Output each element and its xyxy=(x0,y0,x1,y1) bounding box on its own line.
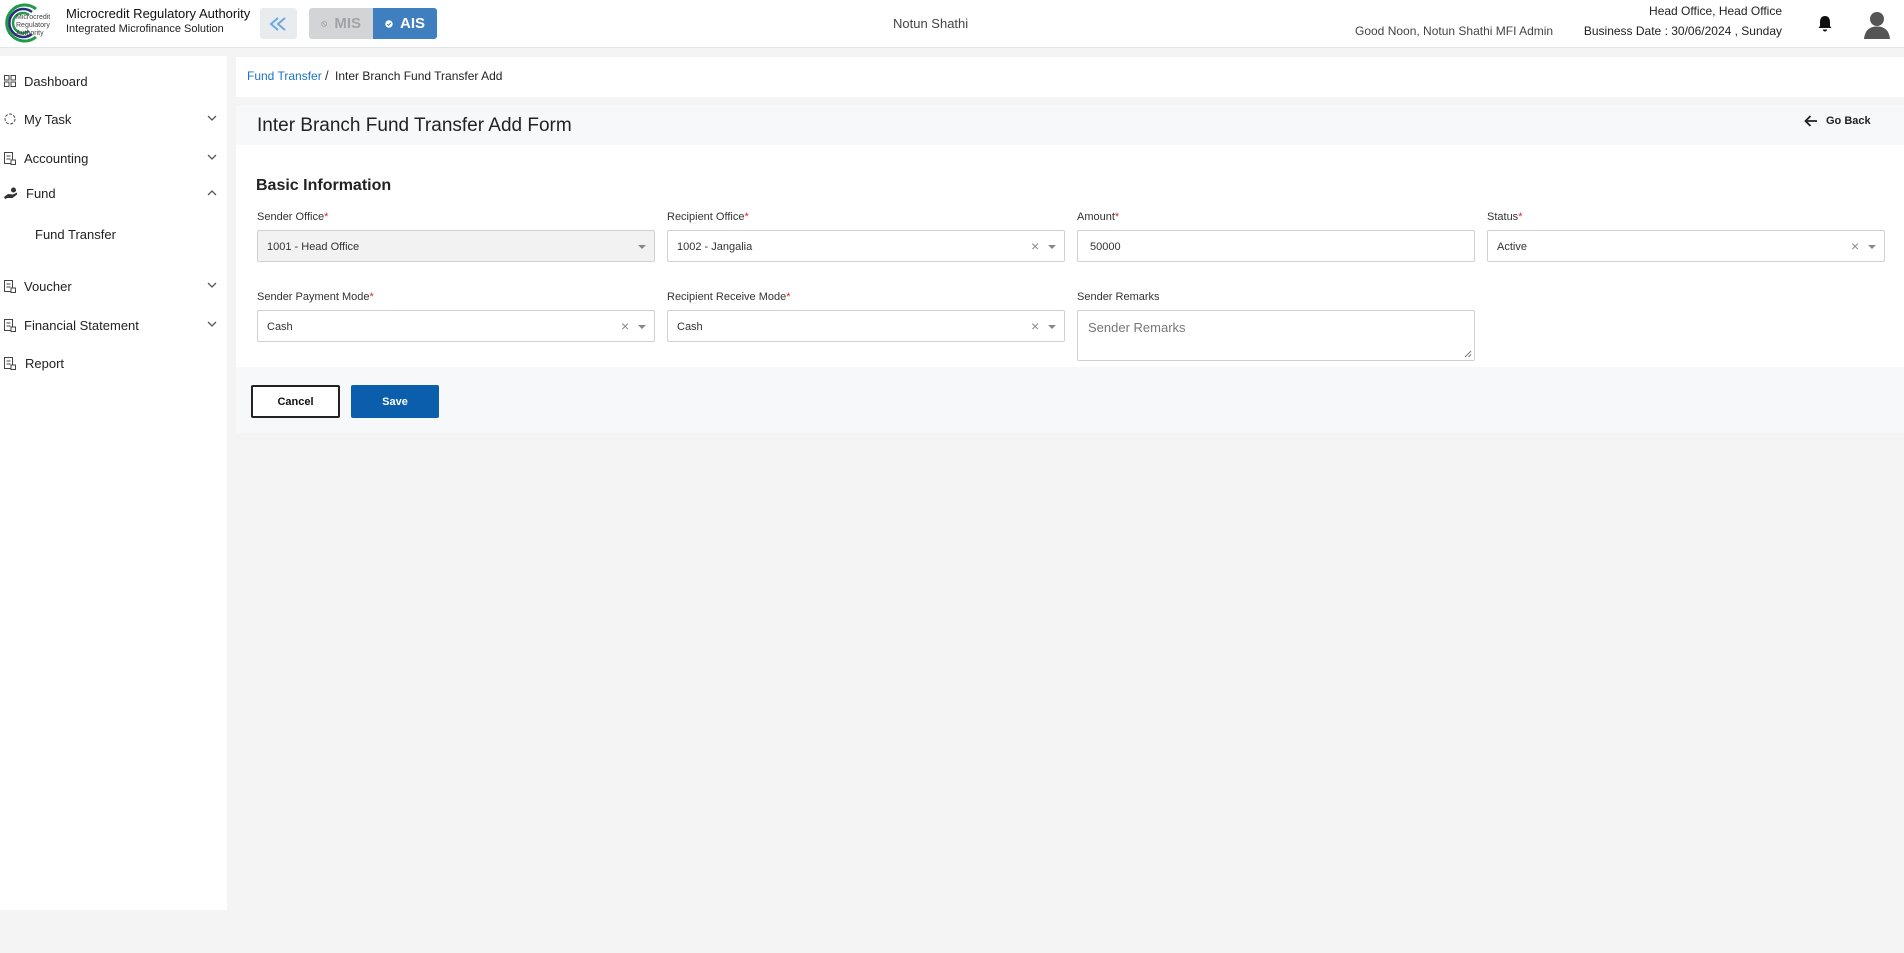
notification-bell-icon[interactable] xyxy=(1817,15,1833,38)
ledger-icon xyxy=(4,319,16,332)
task-icon xyxy=(4,113,16,125)
mis-button[interactable]: MIS xyxy=(309,8,373,39)
mra-logo: Microcredit Regulatory Authority xyxy=(2,3,58,43)
sender-remarks-placeholder: Sender Remarks xyxy=(1088,320,1186,335)
chevron-up-icon xyxy=(207,190,217,196)
recipient-office-label: Recipient Office* xyxy=(667,211,749,223)
go-back-button[interactable]: Go Back xyxy=(1804,115,1871,127)
hand-coin-icon xyxy=(4,187,17,199)
chevron-down-icon xyxy=(207,321,217,327)
go-back-label: Go Back xyxy=(1826,115,1871,127)
sidebar: Dashboard My Task Accounting Fund Fund T… xyxy=(0,56,227,910)
sidebar-item-label: Financial Statement xyxy=(24,317,139,333)
sidebar-item-fund[interactable]: Fund xyxy=(0,181,227,205)
status-label: Status* xyxy=(1487,211,1523,223)
recipient-office-value: 1002 - Jangalia xyxy=(677,241,753,253)
sidebar-item-label: My Task xyxy=(24,111,72,127)
sidebar-collapse-button[interactable] xyxy=(260,8,297,39)
sender-office-label: Sender Office* xyxy=(257,211,329,223)
org-subtitle: Integrated Microfinance Solution xyxy=(66,23,224,35)
caret-down-icon xyxy=(1048,245,1056,249)
page-title: Inter Branch Fund Transfer Add Form xyxy=(257,115,572,136)
breadcrumb-current: Inter Branch Fund Transfer Add xyxy=(335,69,503,83)
user-avatar-icon[interactable] xyxy=(1862,9,1892,44)
fund-transfer-form: Inter Branch Fund Transfer Add Form Go B… xyxy=(236,105,1904,433)
arrow-left-icon xyxy=(1804,115,1817,127)
sidebar-item-my-task[interactable]: My Task xyxy=(0,107,227,131)
ledger-icon xyxy=(4,280,16,293)
ledger-icon xyxy=(4,357,16,370)
sidebar-item-label: Dashboard xyxy=(24,73,88,89)
clear-icon[interactable]: × xyxy=(1851,238,1859,254)
breadcrumb-separator: / xyxy=(325,68,329,83)
clear-icon[interactable]: × xyxy=(1031,238,1039,254)
breadcrumb-link-fund-transfer[interactable]: Fund Transfer xyxy=(247,69,322,83)
chevron-down-icon xyxy=(207,282,217,288)
ban-icon xyxy=(321,20,328,27)
chevron-down-icon xyxy=(207,154,217,160)
greeting-text: Good Noon, Notun Shathi MFI Admin xyxy=(1355,24,1554,38)
sender-payment-mode-select[interactable]: Cash × xyxy=(257,310,655,342)
sender-remarks-textarea[interactable]: Sender Remarks xyxy=(1077,310,1475,361)
business-date: Business Date : 30/06/2024 , Sunday xyxy=(1583,24,1782,38)
ais-button[interactable]: AIS xyxy=(373,8,437,39)
sidebar-item-label: Fund xyxy=(26,185,56,201)
sender-remarks-label: Sender Remarks xyxy=(1077,291,1160,303)
form-header: Inter Branch Fund Transfer Add Form Go B… xyxy=(236,105,1904,145)
amount-value: 50000 xyxy=(1090,241,1121,253)
office-name: Head Office, Head Office xyxy=(1649,4,1782,18)
caret-down-icon xyxy=(638,245,646,249)
ledger-icon xyxy=(4,152,16,165)
caret-down-icon xyxy=(1048,325,1056,329)
form-actions: Cancel Save xyxy=(236,367,1904,433)
sender-office-select[interactable]: 1001 - Head Office xyxy=(257,230,655,262)
system-switch: MIS AIS xyxy=(309,8,437,39)
amount-label: Amount* xyxy=(1077,211,1120,223)
sidebar-subitem-fund-transfer[interactable]: Fund Transfer xyxy=(35,227,116,242)
amount-input[interactable]: 50000 xyxy=(1077,230,1475,262)
save-button[interactable]: Save xyxy=(351,385,439,418)
recipient-office-select[interactable]: 1002 - Jangalia × xyxy=(667,230,1065,262)
logo-text: Microcredit Regulatory Authority xyxy=(16,14,51,37)
status-value: Active xyxy=(1497,241,1527,253)
sender-office-value: 1001 - Head Office xyxy=(267,241,360,253)
section-title: Basic Information xyxy=(256,177,392,194)
sidebar-item-voucher[interactable]: Voucher xyxy=(0,274,227,298)
sender-payment-mode-label: Sender Payment Mode* xyxy=(257,291,374,303)
breadcrumb: Fund Transfer / Inter Branch Fund Transf… xyxy=(236,57,1904,97)
sidebar-item-financial-statement[interactable]: Financial Statement xyxy=(0,313,227,337)
clear-icon[interactable]: × xyxy=(621,318,629,334)
grid-icon xyxy=(4,75,16,87)
mfi-name: Notun Shathi xyxy=(893,16,969,31)
double-chevron-left-icon xyxy=(268,16,286,31)
caret-down-icon xyxy=(638,325,646,329)
clear-icon[interactable]: × xyxy=(1031,318,1039,334)
resize-grip-icon[interactable] xyxy=(1464,350,1472,358)
sidebar-item-label: Report xyxy=(25,355,65,371)
sidebar-item-label: Accounting xyxy=(24,150,89,166)
recipient-receive-mode-label: Recipient Receive Mode* xyxy=(667,291,791,303)
caret-down-icon xyxy=(1868,245,1876,249)
org-name: Microcredit Regulatory Authority xyxy=(66,6,251,21)
sidebar-item-label: Voucher xyxy=(24,278,72,294)
chevron-down-icon xyxy=(207,115,217,121)
sidebar-item-accounting[interactable]: Accounting xyxy=(0,146,227,170)
sidebar-item-report[interactable]: Report xyxy=(0,351,227,375)
top-header: Microcredit Regulatory Authority Microcr… xyxy=(0,0,1904,48)
ais-label: AIS xyxy=(399,15,425,32)
status-select[interactable]: Active × xyxy=(1487,230,1885,262)
sidebar-item-dashboard[interactable]: Dashboard xyxy=(0,69,227,93)
check-circle-icon xyxy=(385,19,393,28)
sender-payment-mode-value: Cash xyxy=(267,321,293,333)
mis-label: MIS xyxy=(334,15,361,32)
recipient-receive-mode-value: Cash xyxy=(677,321,703,333)
cancel-button[interactable]: Cancel xyxy=(251,385,340,418)
recipient-receive-mode-select[interactable]: Cash × xyxy=(667,310,1065,342)
